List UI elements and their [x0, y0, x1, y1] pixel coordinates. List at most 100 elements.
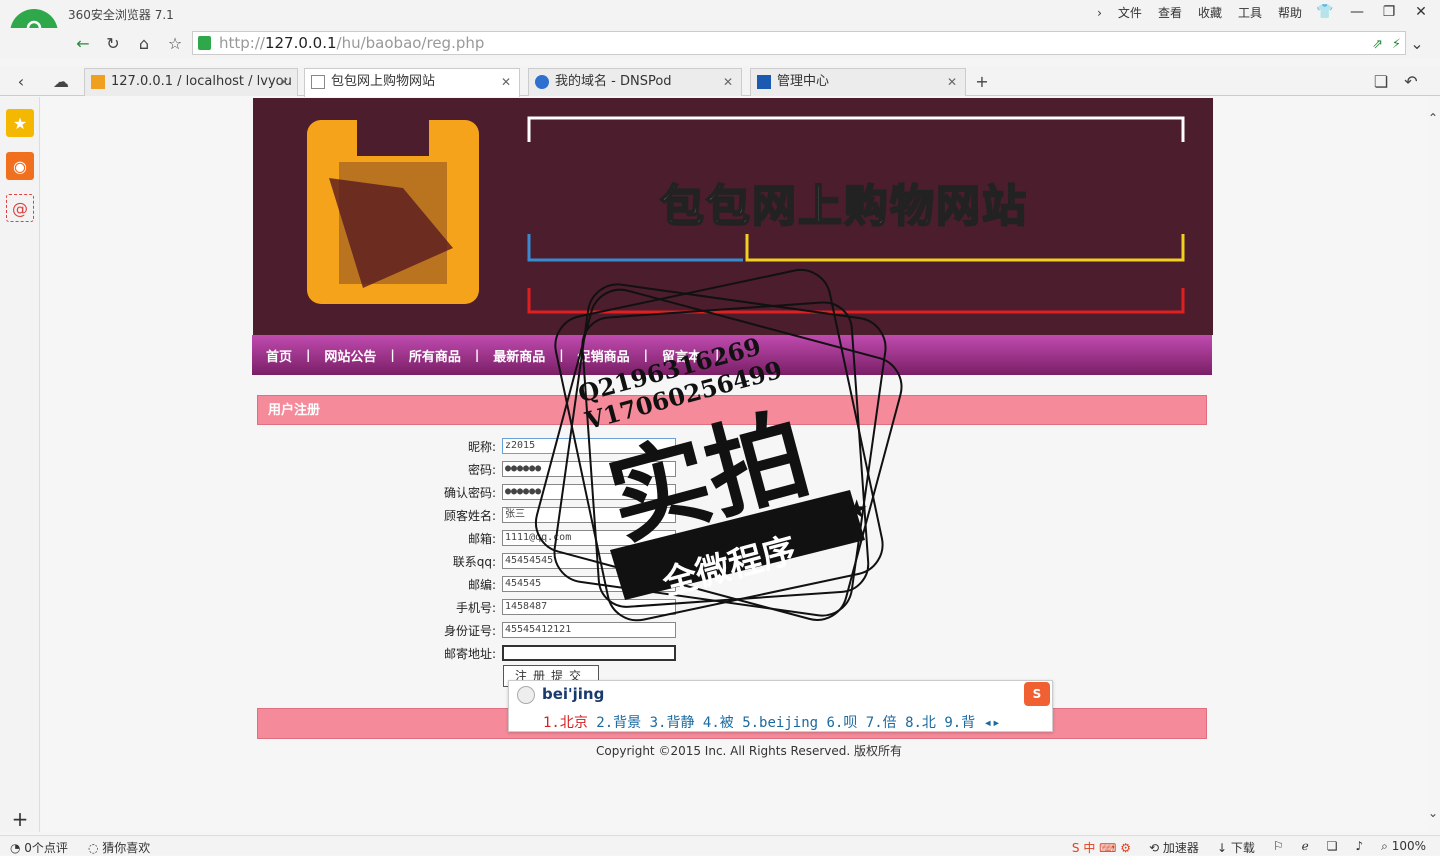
ime-candidate[interactable]: 3.背静 [650, 715, 695, 731]
tab-phpmyadmin[interactable]: 127.0.0.1 / localhost / lvyou ✕ [84, 68, 298, 96]
idcard-input[interactable]: 45545412121 [502, 622, 676, 638]
minimize-button[interactable]: — [1346, 2, 1368, 22]
undo-close-icon[interactable]: ↶ [1400, 71, 1422, 91]
menu-favorites[interactable]: 收藏 [1198, 4, 1222, 21]
tab-scroll-left-icon[interactable]: ‹ [10, 71, 32, 91]
customer-name-input[interactable]: 张三 [502, 507, 676, 523]
nav-separator: | [390, 348, 395, 362]
flag-icon[interactable]: ⚐ [1273, 839, 1284, 856]
tab-dnspod[interactable]: 我的域名 - DNSPod ✕ [528, 68, 742, 96]
tab-list-icon[interactable]: ❏ [1370, 71, 1392, 91]
field-label: 身份证号: [443, 623, 496, 638]
field-label: 顾客姓名: [443, 508, 496, 523]
form-row-postcode: 邮编: 454545 [420, 574, 676, 594]
nav-separator: | [559, 348, 564, 362]
guess-label: 猜你喜欢 [102, 841, 151, 855]
skin-icon[interactable]: 👕 [1314, 2, 1336, 22]
weibo-icon[interactable]: ◉ [6, 152, 34, 180]
address-dropdown-icon[interactable]: ⌄ [1406, 33, 1428, 53]
tab-baobao[interactable]: 包包网上购物网站 ✕ [304, 68, 520, 97]
favorite-star-icon[interactable]: ☆ [164, 33, 186, 53]
email-input[interactable]: 1111@qq.com [502, 530, 676, 546]
address-input[interactable] [502, 645, 676, 661]
ie-icon[interactable]: ℯ [1302, 839, 1309, 856]
new-tab-icon[interactable]: + [971, 71, 993, 91]
nav-separator: | [643, 348, 649, 362]
address-bar[interactable]: http://127.0.0.1/hu/baobao/reg.php ⇗ ⚡ [192, 31, 1406, 55]
nav-separator: | [306, 348, 311, 362]
cloud-icon[interactable]: ☁ [50, 71, 72, 91]
guess-status[interactable]: ◌ 猜你喜欢 [88, 839, 150, 856]
ime-toolbar-icon[interactable]: S 中 ⌨ ⚙ [1072, 839, 1131, 856]
scroll-down-icon[interactable]: ⌄ [1422, 803, 1440, 823]
comments-status[interactable]: ◔ 0个点评 [10, 839, 68, 856]
back-icon[interactable]: ← [72, 33, 94, 53]
tab-close-icon[interactable]: ✕ [501, 69, 511, 95]
scroll-up-icon[interactable]: ⌃ [1422, 108, 1440, 128]
home-icon[interactable]: ⌂ [133, 33, 155, 53]
refresh-icon[interactable]: ↻ [102, 33, 124, 53]
nav-home[interactable]: 首页 [266, 346, 306, 365]
ime-candidate-window: bei'jing S 1.北京 2.背景 3.背静 4.被 5.beijing … [508, 680, 1053, 732]
ime-candidate[interactable]: 6.呗 [826, 715, 857, 731]
tab-close-icon[interactable]: ✕ [723, 69, 733, 95]
tab-label: 我的域名 - DNSPod [555, 74, 672, 89]
ime-page-arrows-icon[interactable]: ◂▸ [984, 715, 1001, 731]
compat-mode-icon[interactable]: ⚡ [1392, 34, 1401, 56]
share-icon[interactable]: ⇗ [1372, 34, 1383, 56]
ime-candidate[interactable]: 2.背景 [596, 715, 641, 731]
sidebar-add-icon[interactable]: + [6, 805, 34, 833]
menu-expand-icon[interactable]: › [1097, 6, 1102, 20]
phpmyadmin-icon [91, 75, 105, 89]
comments-label: 0个点评 [24, 841, 68, 855]
nav-notice[interactable]: 网站公告 [324, 346, 390, 365]
form-row-qq: 联系qq: 45454545 [420, 551, 676, 571]
form-row-address: 邮寄地址: [420, 643, 676, 663]
field-label: 手机号: [455, 600, 496, 615]
tab-close-icon[interactable]: ✕ [279, 69, 289, 95]
phone-input[interactable]: 1458487 [502, 599, 676, 615]
nav-guestbook[interactable]: 留言本 [662, 346, 715, 365]
browser-menu: › 文件 查看 收藏 工具 帮助 [1097, 4, 1302, 21]
sound-icon[interactable]: ♪ [1355, 839, 1363, 856]
url-scheme: http:// [219, 34, 265, 52]
ime-candidate[interactable]: 4.被 [703, 715, 734, 731]
password-input[interactable]: ●●●●●● [502, 461, 676, 477]
field-label: 确认密码: [443, 485, 496, 500]
ime-candidates: 1.北京 2.背景 3.背静 4.被 5.beijing 6.呗 7.倍 8.北… [543, 712, 1001, 732]
menu-file[interactable]: 文件 [1118, 4, 1142, 21]
sidebar: ★ ◉ @ + [0, 97, 40, 832]
zoom-status[interactable]: ⌕ 100% [1381, 839, 1426, 856]
menu-tools[interactable]: 工具 [1238, 4, 1262, 21]
nav-new-products[interactable]: 最新商品 [493, 346, 559, 365]
nav-promotions[interactable]: 促销商品 [578, 346, 644, 365]
menu-help[interactable]: 帮助 [1278, 4, 1302, 21]
qq-input[interactable]: 45454545 [502, 553, 676, 569]
tab-manage[interactable]: 管理中心 ✕ [750, 68, 966, 96]
section-title: 用户注册 [257, 395, 1207, 425]
tab-close-icon[interactable]: ✕ [947, 69, 957, 95]
download-status[interactable]: ↓ 下载 [1217, 839, 1255, 856]
ime-candidate[interactable]: 8.北 [905, 715, 936, 731]
ime-candidate[interactable]: 7.倍 [866, 715, 897, 731]
nickname-input[interactable]: z2015 [502, 438, 676, 454]
tab-label: 管理中心 [777, 74, 830, 89]
menu-view[interactable]: 查看 [1158, 4, 1182, 21]
dnspod-icon [535, 75, 549, 89]
nav-all-products[interactable]: 所有商品 [409, 346, 475, 365]
mail-icon[interactable]: @ [6, 194, 34, 222]
ime-candidate[interactable]: 5.beijing [742, 715, 818, 731]
close-window-button[interactable]: ✕ [1410, 2, 1432, 22]
ime-candidate[interactable]: 9.背 [944, 715, 975, 731]
postcode-input[interactable]: 454545 [502, 576, 676, 592]
manage-icon [757, 75, 771, 89]
confirm-password-input[interactable]: ●●●●●● [502, 484, 676, 500]
maximize-button[interactable]: ❐ [1378, 2, 1400, 22]
window-controls: 👕 — ❐ ✕ [1314, 2, 1432, 22]
ime-candidate[interactable]: 1.北京 [543, 715, 588, 731]
window-icon[interactable]: ❏ [1327, 839, 1338, 856]
form-row-email: 邮箱: 1111@qq.com [420, 528, 676, 548]
nav-separator: | [474, 348, 480, 362]
favorites-star-icon[interactable]: ★ [6, 109, 34, 137]
accelerator-status[interactable]: ⟲ 加速器 [1149, 839, 1199, 856]
